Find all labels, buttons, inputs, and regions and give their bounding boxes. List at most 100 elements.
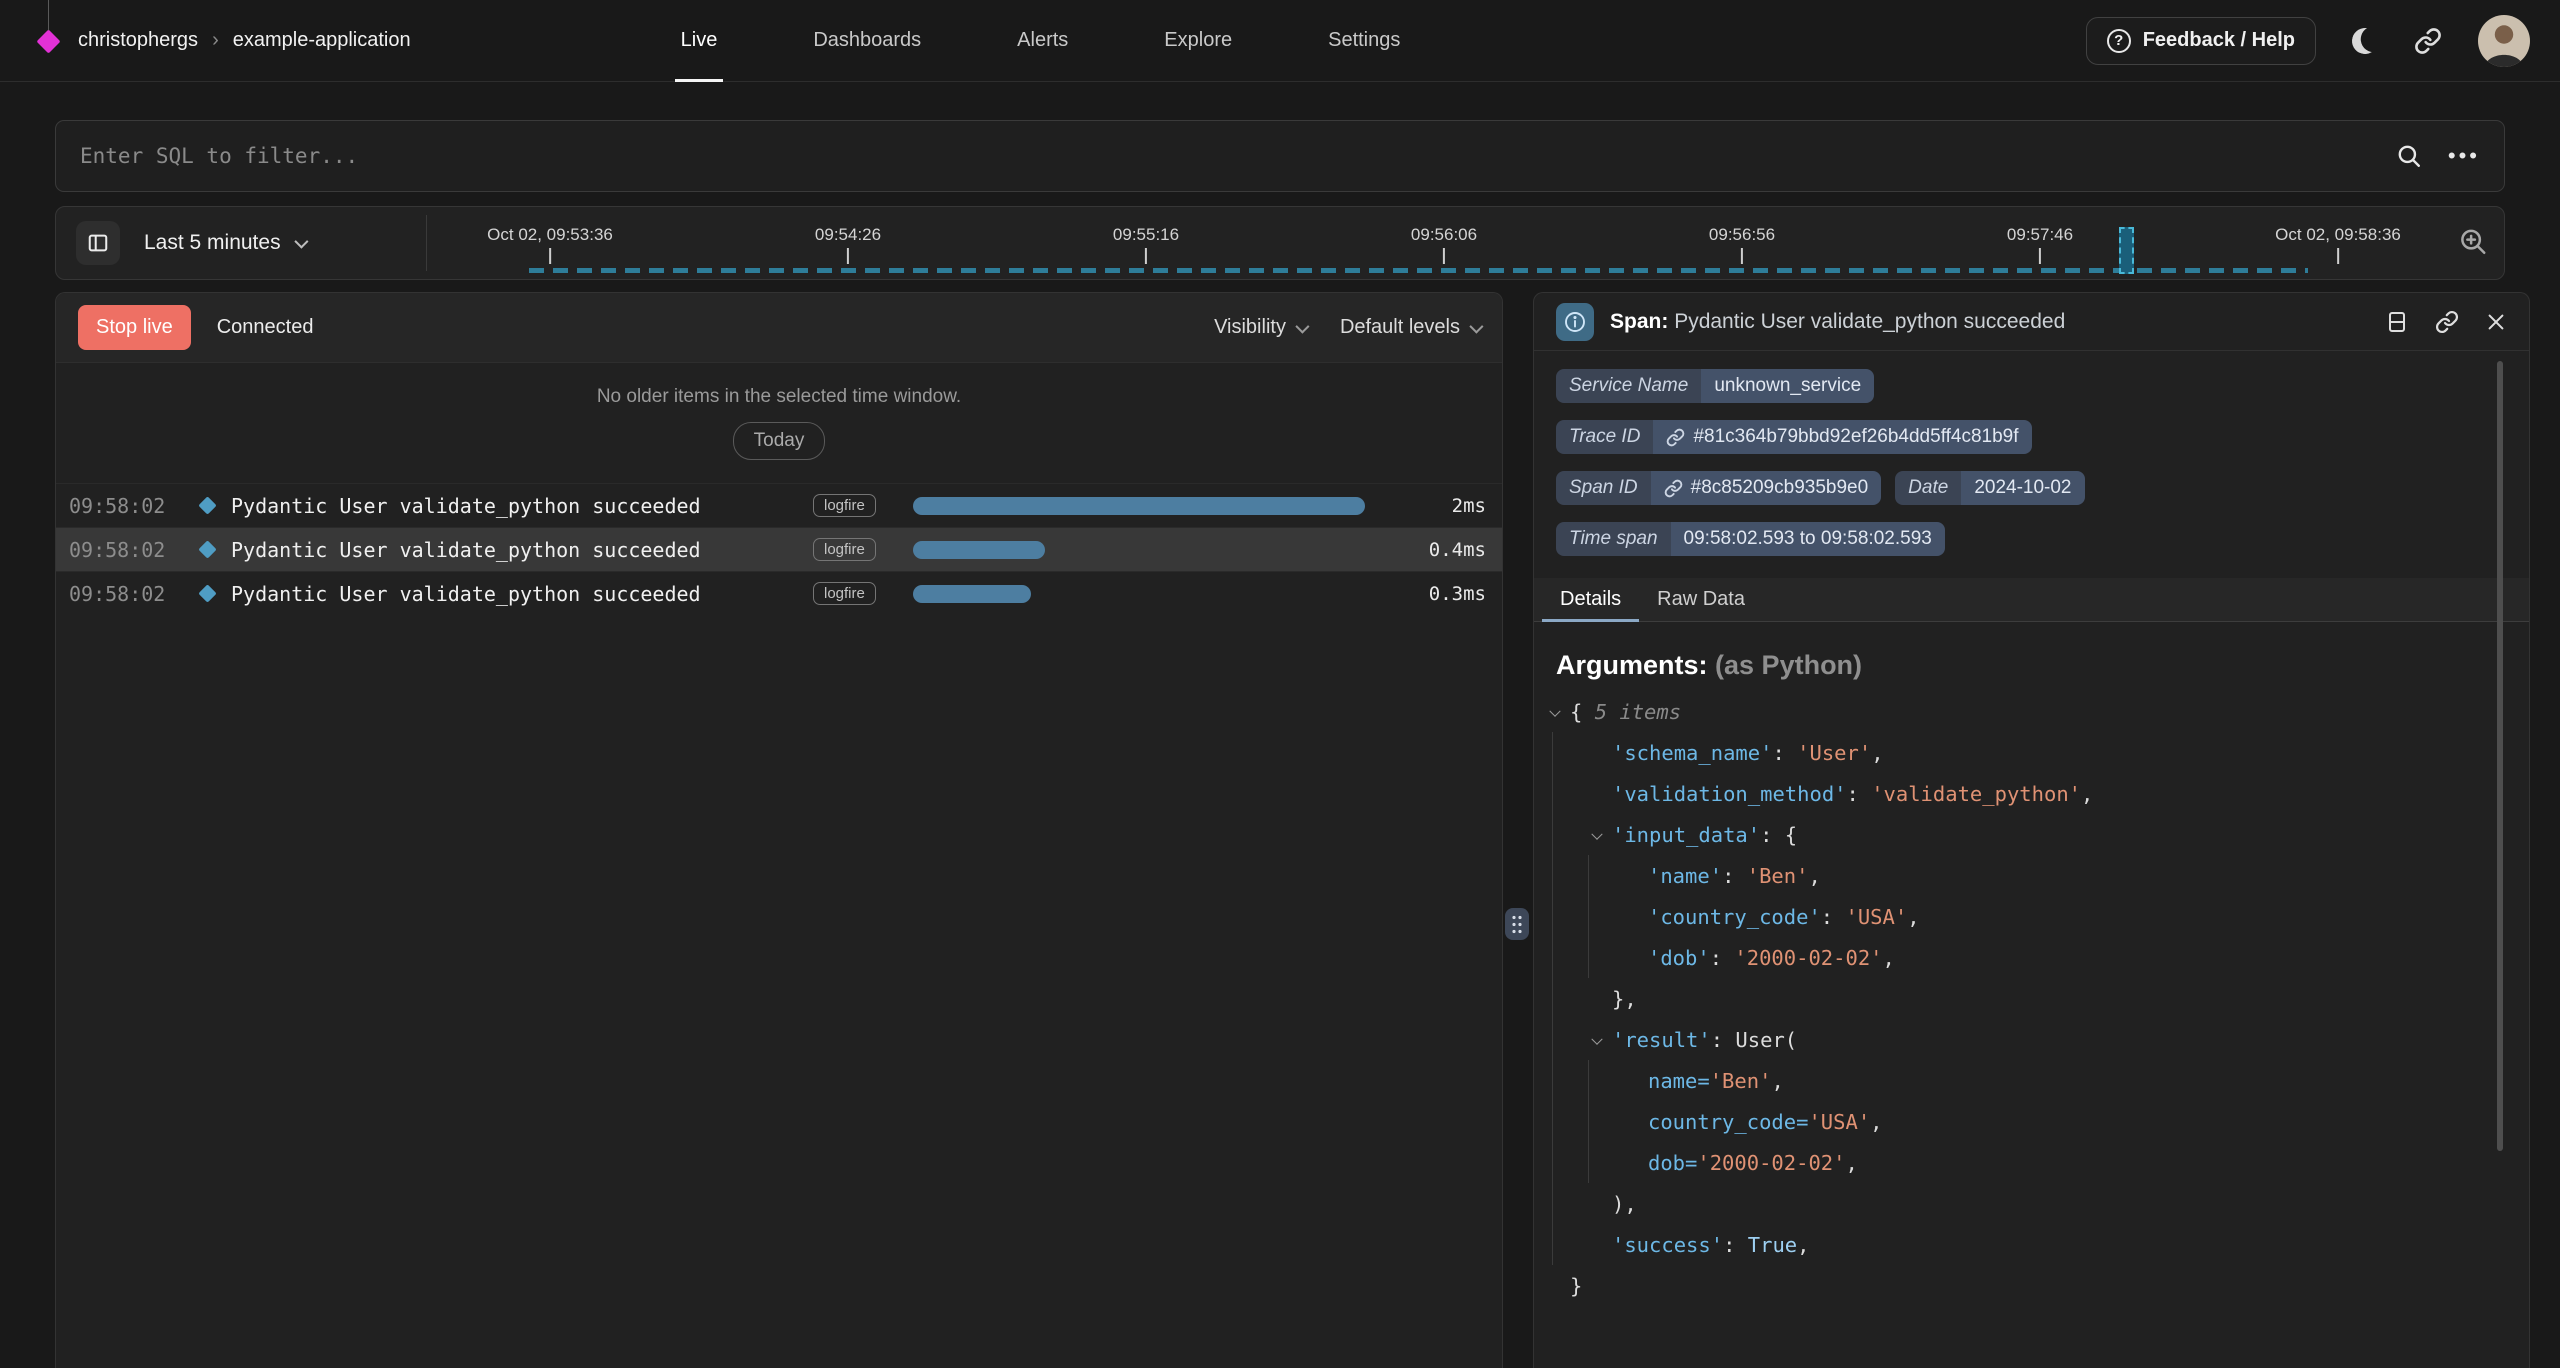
log-message: Pydantic User validate_python succeeded <box>221 582 813 606</box>
code-token-plain: : <box>1847 782 1872 806</box>
nav-right: ? Feedback / Help <box>2086 15 2530 67</box>
timeline-tick: 09:54:26 <box>815 225 881 264</box>
breadcrumb-org[interactable]: christophergs <box>78 29 198 52</box>
visibility-label: Visibility <box>1214 316 1286 339</box>
duration-bar <box>913 585 1031 603</box>
copy-link-button[interactable] <box>2435 310 2459 334</box>
log-row[interactable]: 09:58:02Pydantic User validate_python su… <box>56 483 1502 527</box>
empty-state: No older items in the selected time wind… <box>56 363 1502 483</box>
code-token-key: 'input_data' <box>1612 823 1760 847</box>
detail-tab-raw-data[interactable]: Raw Data <box>1639 578 1763 621</box>
code-token-key: 'schema_name' <box>1612 741 1772 765</box>
code-token-str: '2000-02-02' <box>1697 1151 1845 1175</box>
default-levels-dropdown[interactable]: Default levels <box>1340 316 1480 339</box>
detail-tab-details[interactable]: Details <box>1542 578 1639 621</box>
user-avatar[interactable] <box>2478 15 2530 67</box>
indent-guide <box>1588 896 1624 937</box>
code-token-plain: , <box>1845 1151 1857 1175</box>
log-row[interactable]: 09:58:02Pydantic User validate_python su… <box>56 527 1502 571</box>
tab-live[interactable]: Live <box>681 0 718 82</box>
span-diamond-icon <box>198 584 216 602</box>
indent-guide <box>1552 814 1588 855</box>
duration-label: 2ms <box>1397 495 1502 517</box>
empty-state-message: No older items in the selected time wind… <box>597 386 961 408</box>
code-line: 'validation_method': 'validate_python', <box>1546 773 2529 814</box>
span-title: Span: Pydantic User validate_python succ… <box>1610 310 2065 334</box>
logfire-tag[interactable]: logfire <box>813 538 876 561</box>
code-token-plain: , <box>1883 946 1895 970</box>
span-detail-header: Span: Pydantic User validate_python succ… <box>1534 293 2529 351</box>
stop-live-button[interactable]: Stop live <box>78 305 191 350</box>
span-title-text: Pydantic User validate_python succeeded <box>1674 310 2065 333</box>
indent-guide <box>1588 1060 1624 1101</box>
trace-id-badge[interactable]: Trace ID #81c364b79bbd92ef26b4dd5ff4c81b… <box>1556 420 2032 454</box>
span-badges: Service Name unknown_service Trace ID #8… <box>1534 351 2529 564</box>
panel-left-icon <box>87 232 109 254</box>
caret-spacer <box>1588 1183 1612 1224</box>
panel-resize-handle[interactable] <box>1505 908 1529 940</box>
split-panel-icon <box>2385 310 2409 334</box>
code-token-plain: , <box>2081 782 2093 806</box>
timeline-zoom-button[interactable] <box>2458 227 2488 260</box>
more-options-icon[interactable]: ••• <box>2448 143 2480 169</box>
code-token-plain: } <box>1570 1274 1582 1298</box>
sidebar-toggle-button[interactable] <box>76 221 120 265</box>
share-link-button[interactable] <box>2414 27 2442 55</box>
indent-guide <box>1552 1142 1588 1183</box>
question-circle-icon: ? <box>2107 29 2131 53</box>
code-token-plain: ), <box>1612 1192 1637 1216</box>
code-line: name='Ben', <box>1546 1060 2529 1101</box>
tab-explore[interactable]: Explore <box>1164 0 1232 82</box>
tab-alerts[interactable]: Alerts <box>1017 0 1068 82</box>
code-token-key: 'name' <box>1648 864 1722 888</box>
collapse-caret-icon[interactable] <box>1546 691 1570 732</box>
code-token-str: 'USA' <box>1845 905 1907 929</box>
today-button[interactable]: Today <box>733 422 826 460</box>
detail-scrollbar-thumb[interactable] <box>2497 361 2503 1151</box>
live-view-header: Stop live Connected Visibility Default l… <box>56 293 1502 363</box>
logfire-tag[interactable]: logfire <box>813 582 876 605</box>
sql-filter-input[interactable] <box>80 144 2396 168</box>
tab-settings[interactable]: Settings <box>1328 0 1400 82</box>
code-token-str: 'User' <box>1797 741 1871 765</box>
feedback-help-label: Feedback / Help <box>2143 29 2295 52</box>
log-timestamp: 09:58:02 <box>56 538 193 562</box>
code-token-plain: : <box>1710 946 1735 970</box>
code-token-plain: , <box>1871 741 1883 765</box>
indent-guide <box>1552 1019 1588 1060</box>
feedback-help-button[interactable]: ? Feedback / Help <box>2086 17 2316 65</box>
top-nav: christophergs › example-application Live… <box>0 0 2560 82</box>
indent-guide <box>1552 937 1588 978</box>
link-icon <box>1664 479 1683 498</box>
code-token-bool: True <box>1748 1233 1797 1257</box>
code-token-str: '2000-02-02' <box>1734 946 1882 970</box>
chevron-down-icon <box>1295 319 1309 333</box>
logo-accent-line <box>48 0 49 30</box>
search-icon[interactable] <box>2396 143 2422 169</box>
code-token-plain: , <box>1797 1233 1809 1257</box>
breadcrumb-project[interactable]: example-application <box>233 29 411 52</box>
panel-layout-button[interactable] <box>2385 310 2409 334</box>
timeline-tick: Oct 02, 09:58:36 <box>2275 225 2401 264</box>
code-token-plain: : User( <box>1711 1028 1797 1052</box>
tab-dashboards[interactable]: Dashboards <box>813 0 921 82</box>
log-row[interactable]: 09:58:02Pydantic User validate_python su… <box>56 571 1502 615</box>
theme-toggle-button[interactable] <box>2352 28 2378 54</box>
code-token-plain: , <box>1907 905 1919 929</box>
date-badge: Date 2024-10-02 <box>1895 471 2084 505</box>
collapse-caret-icon[interactable] <box>1588 814 1612 855</box>
span-kind-label: Span: <box>1610 310 1668 333</box>
span-id-badge[interactable]: Span ID #8c85209cb935b9e0 <box>1556 471 1881 505</box>
timeline-track[interactable]: Oct 02, 09:53:3609:54:2609:55:1609:56:06… <box>427 207 2504 279</box>
logfire-tag[interactable]: logfire <box>813 494 876 517</box>
code-token-key: name= <box>1648 1069 1710 1093</box>
collapse-caret-icon[interactable] <box>1588 1019 1612 1060</box>
logfire-logo[interactable] <box>36 0 62 82</box>
close-icon <box>2485 311 2507 333</box>
code-line: 'schema_name': 'User', <box>1546 732 2529 773</box>
code-token-str: 'USA' <box>1808 1110 1870 1134</box>
time-range-dropdown[interactable]: Last 5 minutes <box>144 231 305 255</box>
code-line: 'country_code': 'USA', <box>1546 896 2529 937</box>
visibility-dropdown[interactable]: Visibility <box>1214 316 1306 339</box>
close-panel-button[interactable] <box>2485 311 2507 333</box>
